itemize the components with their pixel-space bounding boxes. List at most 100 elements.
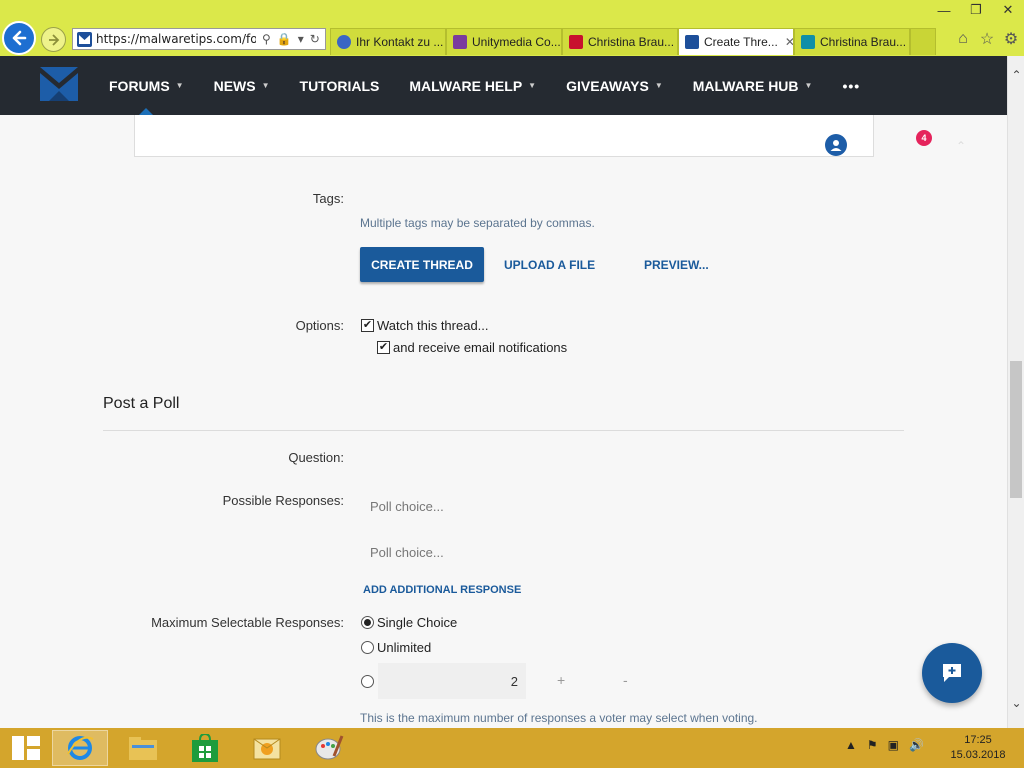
more-menu-icon[interactable]: ••• <box>842 78 860 94</box>
poll-choice-input-1[interactable]: Poll choice... <box>360 491 760 521</box>
nav-forums-label: FORUMS <box>109 77 170 94</box>
nav-tutorials-label: TUTORIALS <box>299 77 380 94</box>
upload-file-button[interactable]: UPLOAD A FILE <box>504 247 595 282</box>
create-thread-button[interactable]: CREATE THREAD <box>360 247 484 282</box>
minimize-icon[interactable]: — <box>928 0 960 20</box>
scrollbar-thumb[interactable] <box>1010 361 1022 498</box>
preview-button[interactable]: PREVIEW... <box>644 247 709 282</box>
new-tab-button[interactable] <box>910 28 936 55</box>
tab-label: Christina Brau... <box>820 35 907 49</box>
watch-thread-option[interactable]: ✔ Watch this thread... <box>361 318 489 333</box>
options-label: Options: <box>295 318 344 333</box>
nav-malware-help[interactable]: MALWARE HELP ▼ <box>409 56 536 115</box>
star-icon[interactable]: ☆ <box>978 30 996 48</box>
tags-label: Tags: <box>312 191 344 206</box>
single-choice-radio[interactable] <box>361 616 374 629</box>
outlook-icon[interactable] <box>239 730 295 766</box>
add-response-button[interactable]: ADD ADDITIONAL RESPONSE <box>363 584 521 596</box>
volume-icon[interactable]: 🔊 <box>909 738 924 752</box>
watch-thread-checkbox[interactable]: ✔ <box>361 319 374 332</box>
nav-forums[interactable]: FORUMS ▼ <box>109 56 184 115</box>
tab-ihr-kontakt[interactable]: Ihr Kontakt zu ... <box>330 28 446 55</box>
email-notify-option[interactable]: ✔ and receive email notifications <box>377 340 567 355</box>
user-account-icon[interactable] <box>825 134 847 156</box>
tray-expand-icon[interactable]: ▲ <box>845 738 857 752</box>
clock-date: 15.03.2018 <box>950 749 1006 761</box>
scroll-down-icon[interactable]: ⌄ <box>1008 696 1024 710</box>
editor-bottom[interactable] <box>134 115 874 157</box>
refresh-icon[interactable]: ↻ <box>310 32 320 46</box>
tab-favicon-icon <box>801 35 815 49</box>
increment-button[interactable]: + <box>557 672 565 688</box>
main-nav: FORUMS ▼ NEWS ▼ TUTORIALS MALWARE HELP ▼… <box>109 56 860 115</box>
tab-strip: Ihr Kontakt zu ... Unitymedia Co... Chri… <box>330 28 936 55</box>
caret-down-icon: ▼ <box>261 81 270 90</box>
single-choice-option[interactable]: Single Choice <box>361 615 457 630</box>
poll-choice-input-2[interactable]: Poll choice... <box>360 537 760 567</box>
address-bar[interactable]: https://malwaretips.com/foru ⚲ 🔒 ▾ ↻ <box>72 28 326 50</box>
search-icon[interactable]: ⚲ <box>262 32 271 46</box>
file-explorer-icon[interactable] <box>115 730 171 766</box>
url-text[interactable]: https://malwaretips.com/foru <box>96 32 256 46</box>
nav-tutorials[interactable]: TUTORIALS <box>300 56 380 115</box>
tab-label: Ihr Kontakt zu ... <box>356 35 444 49</box>
home-icon[interactable]: ⌂ <box>954 30 972 48</box>
email-notify-checkbox[interactable]: ✔ <box>377 341 390 354</box>
store-icon[interactable] <box>177 730 233 766</box>
caret-down-icon: ▼ <box>654 81 663 90</box>
unlimited-label: Unlimited <box>377 640 432 655</box>
system-tray: ▲ ⚑ ▣ 🔊 <box>845 738 924 752</box>
chevron-up-icon: ⌃ <box>956 139 967 153</box>
dropdown-icon[interactable]: ▾ <box>298 32 304 46</box>
nav-malware-hub[interactable]: MALWARE HUB ▼ <box>693 56 813 115</box>
tab-label: Unitymedia Co... <box>472 35 561 49</box>
site-favicon <box>77 31 92 47</box>
max-responses-input[interactable]: 2 <box>378 663 526 699</box>
lock-icon[interactable]: 🔒 <box>277 32 292 46</box>
nav-giveaways[interactable]: GIVEAWAYS ▼ <box>566 56 663 115</box>
notification-badge[interactable]: 4 <box>916 130 932 146</box>
clock-time: 17:25 <box>964 734 992 746</box>
unlimited-option[interactable]: Unlimited <box>361 640 431 655</box>
window-controls: — ❐ ✕ <box>928 0 1024 22</box>
page-content: 4 ⌃ Tags: Multiple tags may be separated… <box>0 115 1007 728</box>
tab-christina-2[interactable]: Christina Brau... <box>794 28 910 55</box>
network-icon[interactable]: ▣ <box>888 738 899 752</box>
tab-favicon-icon <box>453 35 467 49</box>
tab-favicon-icon <box>337 35 351 49</box>
close-icon[interactable]: ✕ <box>992 0 1024 20</box>
restore-icon[interactable]: ❐ <box>960 0 992 20</box>
tab-label: Christina Brau... <box>588 35 675 49</box>
decrement-button[interactable]: - <box>623 672 628 688</box>
responses-label: Possible Responses: <box>222 493 344 508</box>
internet-explorer-icon[interactable] <box>52 730 108 766</box>
divider <box>103 430 904 431</box>
site-header: FORUMS ▼ NEWS ▼ TUTORIALS MALWARE HELP ▼… <box>0 56 1007 115</box>
nav-malware-hub-label: MALWARE HUB <box>692 77 799 94</box>
new-post-fab[interactable] <box>922 643 982 703</box>
caret-down-icon: ▼ <box>528 81 537 90</box>
scroll-up-icon[interactable]: ⌃ <box>1008 68 1024 82</box>
tab-unitymedia[interactable]: Unitymedia Co... <box>446 28 562 55</box>
tab-label: Create Thre... <box>704 35 778 49</box>
watch-thread-label: Watch this thread... <box>377 318 489 333</box>
email-notify-label: and receive email notifications <box>393 340 568 355</box>
forward-button[interactable] <box>41 27 66 52</box>
nav-malware-help-label: MALWARE HELP <box>409 77 523 94</box>
unlimited-radio[interactable] <box>361 641 374 654</box>
malwaretips-logo[interactable] <box>40 67 78 101</box>
paint-icon[interactable] <box>301 730 357 766</box>
tab-create-thread[interactable]: Create Thre... ✕ <box>678 28 794 55</box>
back-button[interactable] <box>2 21 36 55</box>
custom-limit-radio[interactable] <box>361 675 374 688</box>
custom-limit-option[interactable] <box>361 675 374 688</box>
taskbar-clock[interactable]: 17:25 15.03.2018 <box>948 733 1008 763</box>
single-choice-label: Single Choice <box>377 615 458 630</box>
action-center-icon[interactable]: ⚑ <box>867 738 878 752</box>
tab-christina-1[interactable]: Christina Brau... <box>562 28 678 55</box>
tab-close-icon[interactable]: ✕ <box>785 35 793 49</box>
windows-start-icon[interactable] <box>12 736 40 760</box>
nav-news[interactable]: NEWS ▼ <box>214 56 270 115</box>
gear-icon[interactable]: ⚙ <box>1002 30 1020 48</box>
page-scrollbar[interactable]: ⌃ ⌄ <box>1007 56 1024 728</box>
